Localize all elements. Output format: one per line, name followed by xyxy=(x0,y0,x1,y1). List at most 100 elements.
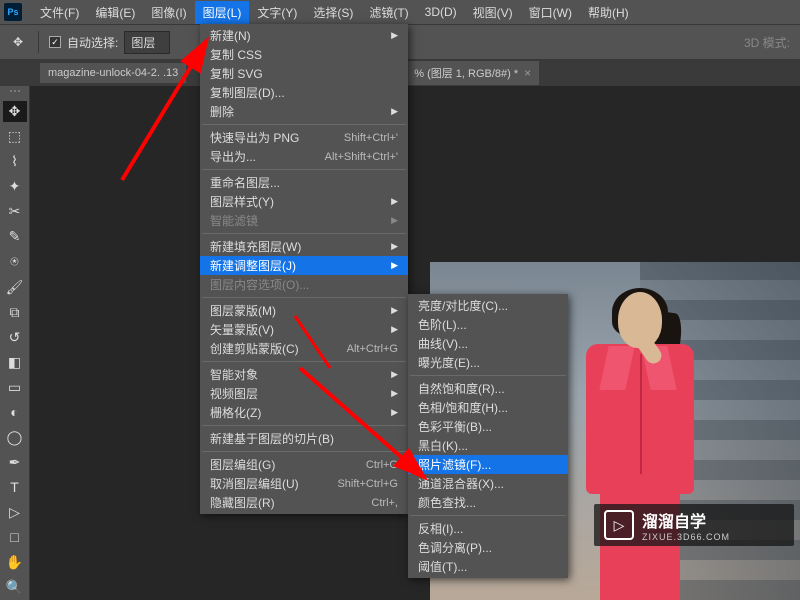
crop-tool[interactable]: ✂ xyxy=(3,201,27,222)
submenu-arrow-icon: ▶ xyxy=(391,260,398,271)
document-tab-1[interactable]: magazine-unlock-04-2. .13 xyxy=(40,63,186,83)
menu-item[interactable]: 新建(N)▶ xyxy=(200,26,408,45)
rectangle-tool[interactable]: □ xyxy=(3,527,27,548)
mode-3d-label: 3D 模式: xyxy=(744,34,800,51)
pen-tool[interactable]: ✒ xyxy=(3,452,27,473)
lasso-tool[interactable]: ⌇ xyxy=(3,151,27,172)
menu-item[interactable]: 重命名图层... xyxy=(200,173,408,192)
tab-title: magazine-unlock-04-2. .13 xyxy=(48,67,178,79)
menu-item[interactable]: 矢量蒙版(V)▶ xyxy=(200,320,408,339)
submenu-arrow-icon: ▶ xyxy=(391,388,398,399)
submenu-arrow-icon: ▶ xyxy=(391,196,398,207)
submenu-arrow-icon: ▶ xyxy=(391,369,398,380)
menu-item[interactable]: 图层编组(G)Ctrl+G xyxy=(200,455,408,474)
menu-item[interactable]: 新建调整图层(J) ▶ xyxy=(200,256,408,275)
menu-filter[interactable]: 滤镜(T) xyxy=(361,1,416,24)
menu-item[interactable]: 导出为...Alt+Shift+Ctrl+' xyxy=(200,147,408,166)
submenu-item[interactable]: 曝光度(E)... xyxy=(408,353,568,372)
menu-item[interactable]: 复制图层(D)... xyxy=(200,83,408,102)
submenu-item[interactable]: 黑白(K)... xyxy=(408,436,568,455)
brush-tool[interactable]: 🖌 xyxy=(3,276,27,297)
magic-wand-tool[interactable]: ✦ xyxy=(3,176,27,197)
eyedropper-tool[interactable]: ✎ xyxy=(3,226,27,247)
dodge-tool[interactable]: ◯ xyxy=(3,427,27,448)
path-selection-tool[interactable]: ▷ xyxy=(3,502,27,523)
history-brush-tool[interactable]: ↺ xyxy=(3,327,27,348)
menu-item[interactable]: 新建基于图层的切片(B) xyxy=(200,429,408,448)
menu-item-label: 矢量蒙版(V) xyxy=(210,321,274,338)
blur-tool[interactable]: ◐ xyxy=(3,402,27,423)
menu-item[interactable]: 复制 CSS xyxy=(200,45,408,64)
menu-item[interactable]: 图层蒙版(M)▶ xyxy=(200,301,408,320)
menu-select[interactable]: 选择(S) xyxy=(305,1,361,24)
menu-item-label: 栅格化(Z) xyxy=(210,404,261,421)
layer-group-dropdown[interactable]: 图层 xyxy=(124,31,170,54)
submenu-item[interactable]: 色相/饱和度(H)... xyxy=(408,398,568,417)
menu-image[interactable]: 图像(I) xyxy=(143,1,194,24)
play-icon: ▷ xyxy=(604,510,634,540)
menu-item[interactable]: 栅格化(Z)▶ xyxy=(200,403,408,422)
healing-brush-tool[interactable]: ⍟ xyxy=(3,251,27,272)
menu-item-label: 创建剪贴蒙版(C) xyxy=(210,340,299,357)
menu-file[interactable]: 文件(F) xyxy=(32,1,87,24)
menu-layer[interactable]: 图层(L) xyxy=(195,1,250,24)
panel-grip[interactable] xyxy=(5,90,25,95)
zoom-tool[interactable]: 🔍 xyxy=(3,577,27,598)
menu-separator xyxy=(202,425,406,426)
menu-type[interactable]: 文字(Y) xyxy=(249,1,305,24)
submenu-arrow-icon: ▶ xyxy=(391,106,398,117)
menu-separator xyxy=(202,361,406,362)
submenu-arrow-icon: ▶ xyxy=(391,305,398,316)
menu-separator xyxy=(202,124,406,125)
submenu-item[interactable]: 通道混合器(X)... xyxy=(408,474,568,493)
submenu-item[interactable]: 反相(I)... xyxy=(408,519,568,538)
submenu-item[interactable]: 色阶(L)... xyxy=(408,315,568,334)
menu-item[interactable]: 删除▶ xyxy=(200,102,408,121)
submenu-item[interactable]: 色调分离(P)... xyxy=(408,538,568,557)
clone-stamp-tool[interactable]: ⧉ xyxy=(3,302,27,323)
menu-shortcut: Ctrl+G xyxy=(366,459,398,471)
document-tab-2[interactable]: % (图层 1, RGB/8#) * × xyxy=(406,61,539,85)
menu-item[interactable]: 智能对象 ▶ xyxy=(200,365,408,384)
menu-item-label: 导出为... xyxy=(210,148,256,165)
watermark-title: 溜溜自学 xyxy=(642,508,730,532)
menu-item-label: 隐藏图层(R) xyxy=(210,494,275,511)
menu-item[interactable]: 图层样式(Y)▶ xyxy=(200,192,408,211)
menu-item[interactable]: 创建剪贴蒙版(C)Alt+Ctrl+G xyxy=(200,339,408,358)
move-tool[interactable]: ✥ xyxy=(3,101,27,122)
menu-help[interactable]: 帮助(H) xyxy=(580,1,637,24)
menu-item-label: 复制 CSS xyxy=(210,46,262,63)
eraser-tool[interactable]: ◧ xyxy=(3,352,27,373)
menu-item-label: 新建(N) xyxy=(210,27,251,44)
submenu-item[interactable]: 阈值(T)... xyxy=(408,557,568,576)
close-icon[interactable]: × xyxy=(524,66,531,80)
menu-item-label: 智能对象 xyxy=(210,366,258,383)
menu-view[interactable]: 视图(V) xyxy=(465,1,521,24)
menu-item-label: 智能滤镜 xyxy=(210,212,258,229)
type-tool[interactable]: T xyxy=(3,477,27,498)
menu-item-label: 视频图层 xyxy=(210,385,258,402)
submenu-item[interactable]: 颜色查找... xyxy=(408,493,568,512)
marquee-tool[interactable]: ⬚ xyxy=(3,126,27,147)
hand-tool[interactable]: ✋ xyxy=(3,552,27,573)
menu-item[interactable]: 复制 SVG xyxy=(200,64,408,83)
menu-edit[interactable]: 编辑(E) xyxy=(87,1,143,24)
submenu-item[interactable]: 曲线(V)... xyxy=(408,334,568,353)
menu-item-label: 新建调整图层(J) xyxy=(210,257,296,274)
menu-window[interactable]: 窗口(W) xyxy=(521,1,580,24)
menu-item[interactable]: 隐藏图层(R) Ctrl+, xyxy=(200,493,408,512)
submenu-item[interactable]: 色彩平衡(B)... xyxy=(408,417,568,436)
submenu-item[interactable]: 自然饱和度(R)... xyxy=(408,379,568,398)
watermark-subtitle: ZIXUE.3D66.COM xyxy=(642,532,730,542)
gradient-tool[interactable]: ▭ xyxy=(3,377,27,398)
submenu-item[interactable]: 照片滤镜(F)... xyxy=(408,455,568,474)
menu-item[interactable]: 取消图层编组(U)Shift+Ctrl+G xyxy=(200,474,408,493)
menu-item-label: 复制图层(D)... xyxy=(210,84,285,101)
submenu-item[interactable]: 亮度/对比度(C)... xyxy=(408,296,568,315)
menu-item[interactable]: 新建填充图层(W)▶ xyxy=(200,237,408,256)
auto-select-checkbox[interactable]: ✓ xyxy=(49,36,61,48)
menu-3d[interactable]: 3D(D) xyxy=(417,2,465,22)
menu-shortcut: Ctrl+, xyxy=(371,497,398,509)
menu-item[interactable]: 快速导出为 PNGShift+Ctrl+' xyxy=(200,128,408,147)
menu-item[interactable]: 视频图层 ▶ xyxy=(200,384,408,403)
